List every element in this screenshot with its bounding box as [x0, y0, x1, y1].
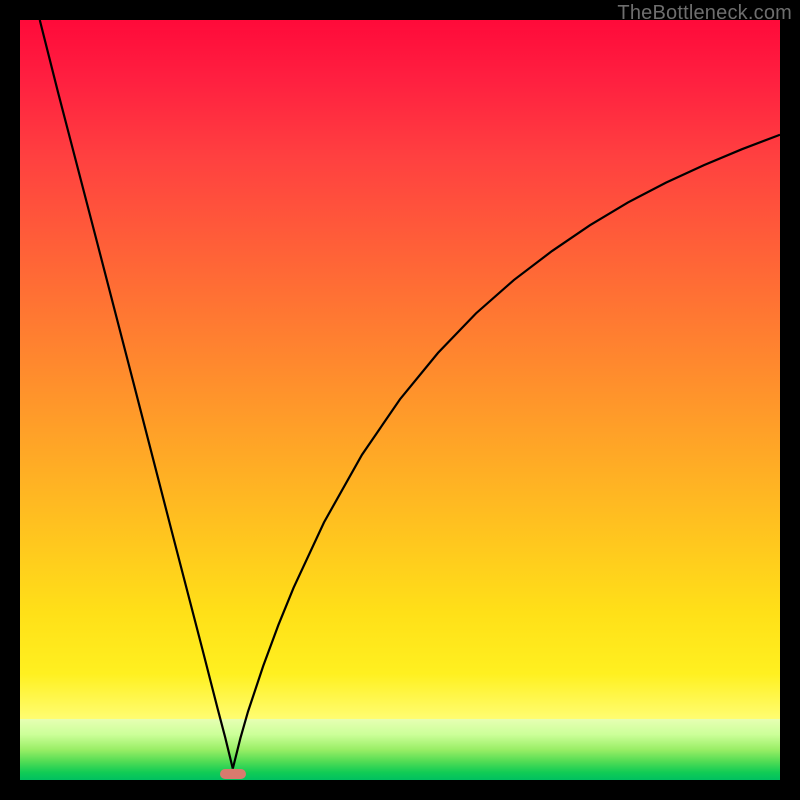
chart-plot-area [20, 20, 780, 780]
watermark-text: TheBottleneck.com [617, 2, 792, 25]
cusp-marker [220, 769, 246, 779]
bottleneck-curve [20, 20, 780, 780]
